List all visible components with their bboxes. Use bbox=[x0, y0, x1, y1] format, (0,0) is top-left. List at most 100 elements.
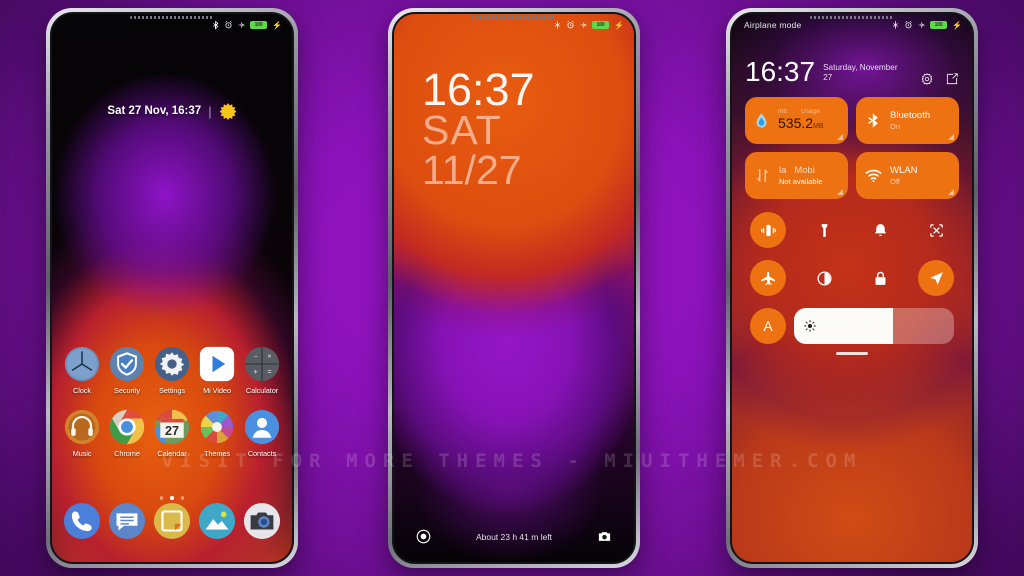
phone-icon bbox=[63, 502, 101, 540]
app-dock bbox=[60, 502, 284, 540]
app-calendar[interactable]: 27 Calendar bbox=[150, 409, 194, 458]
app-label: Calculator bbox=[245, 386, 279, 395]
settings-gear-icon[interactable] bbox=[920, 72, 934, 86]
dock-messages[interactable] bbox=[105, 502, 149, 540]
page-dot-active[interactable] bbox=[170, 496, 174, 500]
auto-brightness-button[interactable]: A bbox=[750, 308, 786, 344]
app-row-2: Music Chrome 27 Calendar Themes Contacts bbox=[60, 409, 284, 458]
brightness-row: A bbox=[745, 308, 959, 344]
dock-phone[interactable] bbox=[60, 502, 104, 540]
tile-subtitle: Off bbox=[890, 177, 900, 186]
dock-gallery[interactable] bbox=[195, 502, 239, 540]
color-wheel-icon bbox=[200, 410, 234, 444]
app-grid: Clock Security Settings Mi Video − × + =… bbox=[60, 346, 284, 472]
mobile-label-left: la bbox=[779, 165, 787, 176]
app-mi-video[interactable]: Mi Video bbox=[195, 346, 239, 395]
app-label: Security bbox=[114, 386, 140, 395]
tile-expand-corner[interactable] bbox=[837, 189, 843, 195]
app-themes[interactable]: Themes bbox=[195, 409, 239, 458]
wallpaper-showcase: 100 ⚡ Sat 27 Nov, 16:37 | Clock Security… bbox=[0, 0, 1024, 576]
dnd-toggle[interactable] bbox=[862, 212, 898, 248]
toggle-row-2 bbox=[745, 260, 959, 296]
clock-weather-widget[interactable]: Sat 27 Nov, 16:37 | bbox=[52, 102, 292, 120]
app-label: Chrome bbox=[114, 449, 140, 458]
message-icon bbox=[108, 502, 146, 540]
tile-expand-corner[interactable] bbox=[948, 134, 954, 140]
app-clock[interactable]: Clock bbox=[60, 346, 104, 395]
tile-title: WLAN bbox=[890, 165, 918, 176]
vibrate-toggle[interactable] bbox=[750, 212, 786, 248]
airplane-icon bbox=[579, 21, 588, 29]
shield-icon bbox=[109, 346, 145, 382]
tile-title: Bluetooth bbox=[890, 110, 931, 121]
lockscreen-bottom-bar: About 23 h 41 m left bbox=[394, 529, 634, 544]
app-label: Clock bbox=[73, 386, 91, 395]
control-center-panel: 16:37 Saturday, November 27 mb Usage 535… bbox=[732, 14, 972, 562]
dock-notes[interactable] bbox=[150, 502, 194, 540]
brightness-icon bbox=[804, 320, 816, 332]
charging-bolt-icon: ⚡ bbox=[272, 20, 282, 30]
mobile-data-tile[interactable]: la Mobi Not available bbox=[745, 152, 848, 199]
chrome-icon bbox=[109, 409, 145, 445]
gallery-icon bbox=[198, 502, 236, 540]
tile-subtitle: Not available bbox=[779, 177, 823, 186]
app-contacts[interactable]: Contacts bbox=[240, 409, 284, 458]
data-usage-value: 535.2 bbox=[778, 115, 814, 131]
lock-toggle[interactable] bbox=[862, 260, 898, 296]
lock-weekday: SAT bbox=[422, 107, 502, 154]
tile-subtitle: On bbox=[890, 122, 901, 131]
flashlight-toggle[interactable] bbox=[806, 212, 842, 248]
page-dot[interactable] bbox=[180, 496, 185, 500]
airplane-mode-label: Airplane mode bbox=[744, 20, 802, 30]
tile-title: Mobi bbox=[794, 165, 815, 176]
svg-text:=: = bbox=[267, 367, 271, 376]
data-usage-tile[interactable]: mb Usage 535.2MB bbox=[745, 97, 848, 144]
data-arrows-icon bbox=[757, 168, 768, 183]
app-label: Themes bbox=[203, 449, 231, 458]
charging-bolt-icon: ⚡ bbox=[614, 20, 624, 30]
bell-icon bbox=[874, 223, 886, 236]
app-label: Contacts bbox=[247, 449, 277, 458]
sun-icon bbox=[219, 103, 237, 120]
dock-camera[interactable] bbox=[240, 502, 284, 540]
tile-expand-corner[interactable] bbox=[837, 134, 843, 140]
calendar-day: 27 bbox=[165, 424, 179, 438]
bluetooth-icon bbox=[213, 20, 219, 30]
airplane-toggle[interactable] bbox=[750, 260, 786, 296]
tile-expand-corner[interactable] bbox=[948, 189, 954, 195]
app-chrome[interactable]: Chrome bbox=[105, 409, 149, 458]
airplane-icon bbox=[237, 21, 246, 29]
brightness-slider[interactable] bbox=[794, 308, 954, 344]
wlan-tile[interactable]: WLAN Off bbox=[856, 152, 959, 199]
alarm-icon bbox=[905, 21, 912, 29]
app-calculator[interactable]: − × + = Calculator bbox=[240, 346, 284, 395]
app-security[interactable]: Security bbox=[105, 346, 149, 395]
data-usage-unit: MB bbox=[813, 123, 824, 130]
darkmode-toggle[interactable] bbox=[806, 260, 842, 296]
cc-header-actions bbox=[920, 72, 959, 86]
alarm-icon bbox=[567, 21, 574, 29]
data-label-right: Usage bbox=[801, 108, 820, 115]
cc-time: 16:37 bbox=[745, 56, 816, 87]
app-music[interactable]: Music bbox=[60, 409, 104, 458]
bluetooth-tile[interactable]: Bluetooth On bbox=[856, 97, 959, 144]
page-dot[interactable] bbox=[159, 496, 164, 500]
svg-text:+: + bbox=[253, 367, 257, 376]
svg-text:−: − bbox=[253, 352, 257, 361]
phone-lock-screen: 100 ⚡ 16:37 SAT 11/27 About 23 h 41 m le… bbox=[388, 8, 640, 568]
flashlight-icon[interactable] bbox=[416, 529, 431, 544]
phone-home-screen: 100 ⚡ Sat 27 Nov, 16:37 | Clock Security… bbox=[46, 8, 298, 568]
app-label: Settings bbox=[159, 386, 185, 395]
vibrate-icon bbox=[760, 224, 776, 236]
charging-bolt-icon: ⚡ bbox=[952, 20, 962, 30]
home-wallpaper bbox=[52, 14, 292, 562]
control-center-drag-handle[interactable] bbox=[836, 352, 868, 355]
edit-icon[interactable] bbox=[945, 72, 959, 86]
location-toggle[interactable] bbox=[918, 260, 954, 296]
brightness-slider-fill bbox=[794, 308, 894, 344]
bluetooth-icon bbox=[555, 21, 560, 29]
play-icon bbox=[199, 346, 235, 382]
app-settings[interactable]: Settings bbox=[150, 346, 194, 395]
screenshot-toggle[interactable] bbox=[918, 212, 954, 248]
camera-icon[interactable] bbox=[597, 529, 612, 544]
